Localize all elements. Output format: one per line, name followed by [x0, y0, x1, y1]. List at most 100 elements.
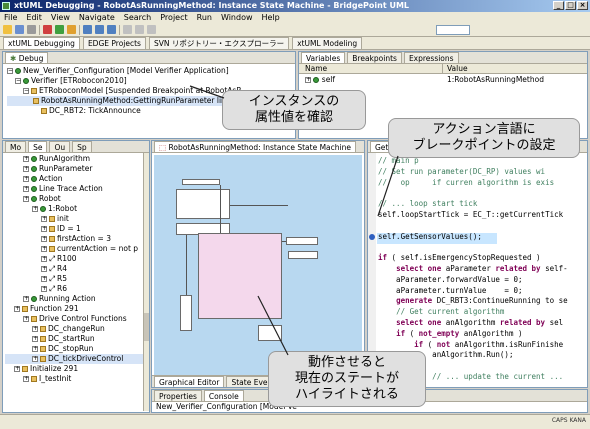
expand-icon[interactable]: + [23, 296, 29, 302]
step-into-icon[interactable] [83, 25, 92, 34]
tab-explorer-mo[interactable]: Mo [5, 141, 27, 152]
expand-icon[interactable]: + [23, 176, 29, 182]
expand-icon[interactable]: + [23, 316, 29, 322]
expand-icon[interactable]: + [41, 216, 47, 222]
menu-navigate[interactable]: Navigate [79, 13, 115, 22]
tab-debug[interactable]: ✱ Debug [5, 52, 49, 63]
tree-item[interactable]: + ⤢ R6 [5, 284, 147, 294]
tab-state-machine[interactable]: ⬚ RobotAsRunningMethod: Instance State M… [154, 141, 356, 152]
step-return-icon[interactable] [107, 25, 116, 34]
perspective-tab[interactable]: xtUML Debugging [3, 37, 80, 49]
menu-project[interactable]: Project [160, 13, 187, 22]
expand-icon[interactable]: − [7, 68, 13, 74]
tab-explorer-sp[interactable]: Sp [72, 141, 92, 152]
tree-item[interactable]: + ⤢ R4 [5, 264, 147, 274]
menu-search[interactable]: Search [124, 13, 151, 22]
expand-icon[interactable]: + [32, 326, 38, 332]
save-icon[interactable] [15, 25, 24, 34]
state-box[interactable] [176, 189, 230, 219]
expand-icon[interactable]: + [23, 196, 29, 202]
maximize-button[interactable]: □ [565, 1, 576, 10]
expand-icon[interactable]: + [32, 346, 38, 352]
expand-icon[interactable]: + [41, 276, 47, 282]
expand-icon[interactable]: + [23, 186, 29, 192]
tree-item[interactable]: + Drive Control Functions [5, 314, 147, 324]
diagram-canvas[interactable] [154, 155, 362, 375]
tree-item[interactable]: + Line Trace Action [5, 184, 147, 194]
tree-item[interactable]: + DC_stopRun [5, 344, 147, 354]
expand-icon[interactable]: + [23, 166, 29, 172]
tree-item[interactable]: + DC_startRun [5, 334, 147, 344]
tree-item[interactable]: + ⤢ R5 [5, 274, 147, 284]
menu-view[interactable]: View [51, 13, 70, 22]
expand-icon[interactable]: + [14, 366, 20, 372]
tree-item[interactable]: + firstAction = 3 [5, 234, 147, 244]
tree-item[interactable]: +1:Robot [5, 204, 147, 214]
tree-item[interactable]: + Function 291 [5, 304, 147, 314]
breakpoint-icon[interactable] [369, 234, 375, 240]
new-icon[interactable] [3, 25, 12, 34]
debug-icon[interactable] [67, 25, 76, 34]
run-icon[interactable] [55, 25, 64, 34]
menu-help[interactable]: Help [262, 13, 280, 22]
current-state-highlighted[interactable] [198, 233, 282, 319]
tree-item[interactable]: + ID = 1 [5, 224, 147, 234]
tree-item[interactable]: + RunParameter [5, 164, 147, 174]
tree-item[interactable]: + Robot [5, 194, 147, 204]
forward-icon[interactable] [147, 25, 156, 34]
search-icon[interactable] [123, 25, 132, 34]
expand-icon[interactable]: + [14, 306, 20, 312]
state-box[interactable] [258, 325, 282, 341]
explorer-scrollbar[interactable] [143, 153, 149, 411]
state-box[interactable] [180, 295, 192, 331]
expand-icon[interactable]: + [41, 256, 47, 262]
tree-item[interactable]: + DC_tickDriveControl [5, 354, 147, 364]
tab-properties[interactable]: Properties [154, 390, 202, 401]
menu-run[interactable]: Run [197, 13, 212, 22]
step-over-icon[interactable] [95, 25, 104, 34]
tree-item[interactable]: + Action [5, 174, 147, 184]
tree-item[interactable]: + init [5, 214, 147, 224]
tree-item[interactable]: + RunAlgorithm [5, 154, 147, 164]
tab-expressions[interactable]: Expressions [403, 52, 459, 63]
expand-icon[interactable]: + [41, 286, 47, 292]
tree-item[interactable]: + currentAction = not p [5, 244, 147, 254]
expand-icon[interactable]: + [305, 76, 311, 83]
menu-window[interactable]: Window [221, 13, 253, 22]
tab-console[interactable]: Console [203, 390, 244, 401]
expand-icon[interactable]: + [41, 246, 47, 252]
menu-edit[interactable]: Edit [26, 13, 42, 22]
expand-icon[interactable]: + [32, 336, 38, 342]
debug-tree-item[interactable]: − Verifier [ETRobocon2010] [7, 76, 291, 86]
state-box[interactable] [286, 237, 318, 245]
expand-icon[interactable]: + [23, 156, 29, 162]
tab-breakpoints[interactable]: Breakpoints [347, 52, 402, 63]
state-box[interactable] [182, 179, 220, 185]
expand-icon[interactable]: + [41, 266, 47, 272]
stop-icon[interactable] [43, 25, 52, 34]
menu-file[interactable]: File [4, 13, 17, 22]
perspective-tab[interactable]: EDGE Projects [82, 37, 146, 49]
tree-item[interactable]: + I_testInit [5, 374, 147, 384]
minimize-button[interactable]: _ [553, 1, 564, 10]
expand-icon[interactable]: − [23, 88, 29, 94]
expand-icon[interactable]: − [15, 78, 21, 84]
tab-explorer-se[interactable]: Se [28, 141, 48, 152]
back-icon[interactable] [135, 25, 144, 34]
variable-row-self[interactable]: + self 1:RobotAsRunningMethod [299, 74, 587, 85]
tab-graphical-editor[interactable]: Graphical Editor [154, 376, 225, 387]
state-box[interactable] [288, 251, 318, 259]
perspective-tab[interactable]: xtUML Modeling [292, 37, 363, 49]
expand-icon[interactable]: + [41, 236, 47, 242]
perspective-tab[interactable]: SVN リポジトリー・エクスプローラー [148, 37, 290, 49]
zoom-combo[interactable] [436, 24, 470, 35]
expand-icon[interactable]: + [32, 356, 38, 362]
tree-item[interactable]: + Running Action [5, 294, 147, 304]
print-icon[interactable] [27, 25, 36, 34]
expand-icon[interactable]: + [32, 206, 38, 212]
tab-variables[interactable]: Variables [301, 52, 346, 63]
close-button[interactable]: × [577, 1, 588, 10]
tab-explorer-ou[interactable]: Ou [49, 141, 71, 152]
tree-item[interactable]: + ⤢ R100 [5, 254, 147, 264]
expand-icon[interactable]: + [23, 376, 29, 382]
